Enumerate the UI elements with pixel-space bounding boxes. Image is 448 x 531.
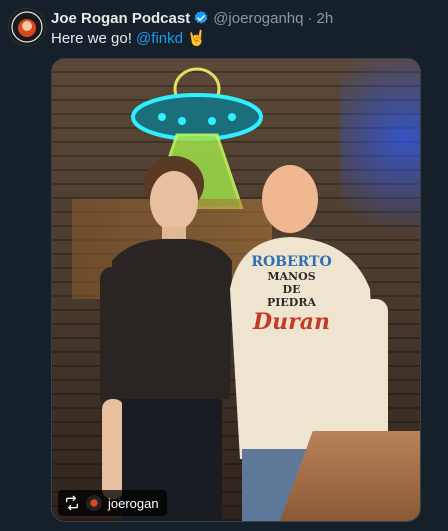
credit-avatar xyxy=(86,495,102,511)
separator: · xyxy=(307,9,313,27)
author-handle[interactable]: @joeroganhq xyxy=(213,10,303,27)
hoodie-print: ROBERTO MANOS DE PIEDRA Duran xyxy=(234,254,349,335)
rock-hand-emoji: 🤘 xyxy=(186,30,206,47)
author-name[interactable]: Joe Rogan Podcast xyxy=(51,10,190,27)
tweet[interactable]: Joe Rogan Podcast @joeroganhq · 2h Here … xyxy=(0,0,448,531)
tweet-header: Joe Rogan Podcast @joeroganhq · 2h xyxy=(51,9,333,27)
tweet-time[interactable]: 2h xyxy=(317,10,334,27)
tweet-text: Here we go! @finkd 🤘 xyxy=(51,30,206,48)
hoodie-line2: MANOS xyxy=(267,270,316,283)
avatar[interactable] xyxy=(8,8,46,46)
retweet-icon xyxy=(64,495,80,511)
credit-username[interactable]: joerogan xyxy=(108,496,159,511)
hoodie-line1: ROBERTO xyxy=(251,254,332,270)
photo-credit[interactable]: joerogan xyxy=(58,490,167,516)
person-left xyxy=(100,156,232,521)
tweet-text-prefix: Here we go! xyxy=(51,30,137,47)
hoodie-line3: DE xyxy=(282,283,301,296)
mention-link[interactable]: @finkd xyxy=(136,30,183,47)
hoodie-line4: PIEDRA xyxy=(266,296,317,309)
verified-badge-icon xyxy=(193,10,209,26)
hoodie-line5: Duran xyxy=(253,309,330,335)
tweet-photo[interactable]: ROBERTO MANOS DE PIEDRA Duran joerogan xyxy=(51,58,421,522)
